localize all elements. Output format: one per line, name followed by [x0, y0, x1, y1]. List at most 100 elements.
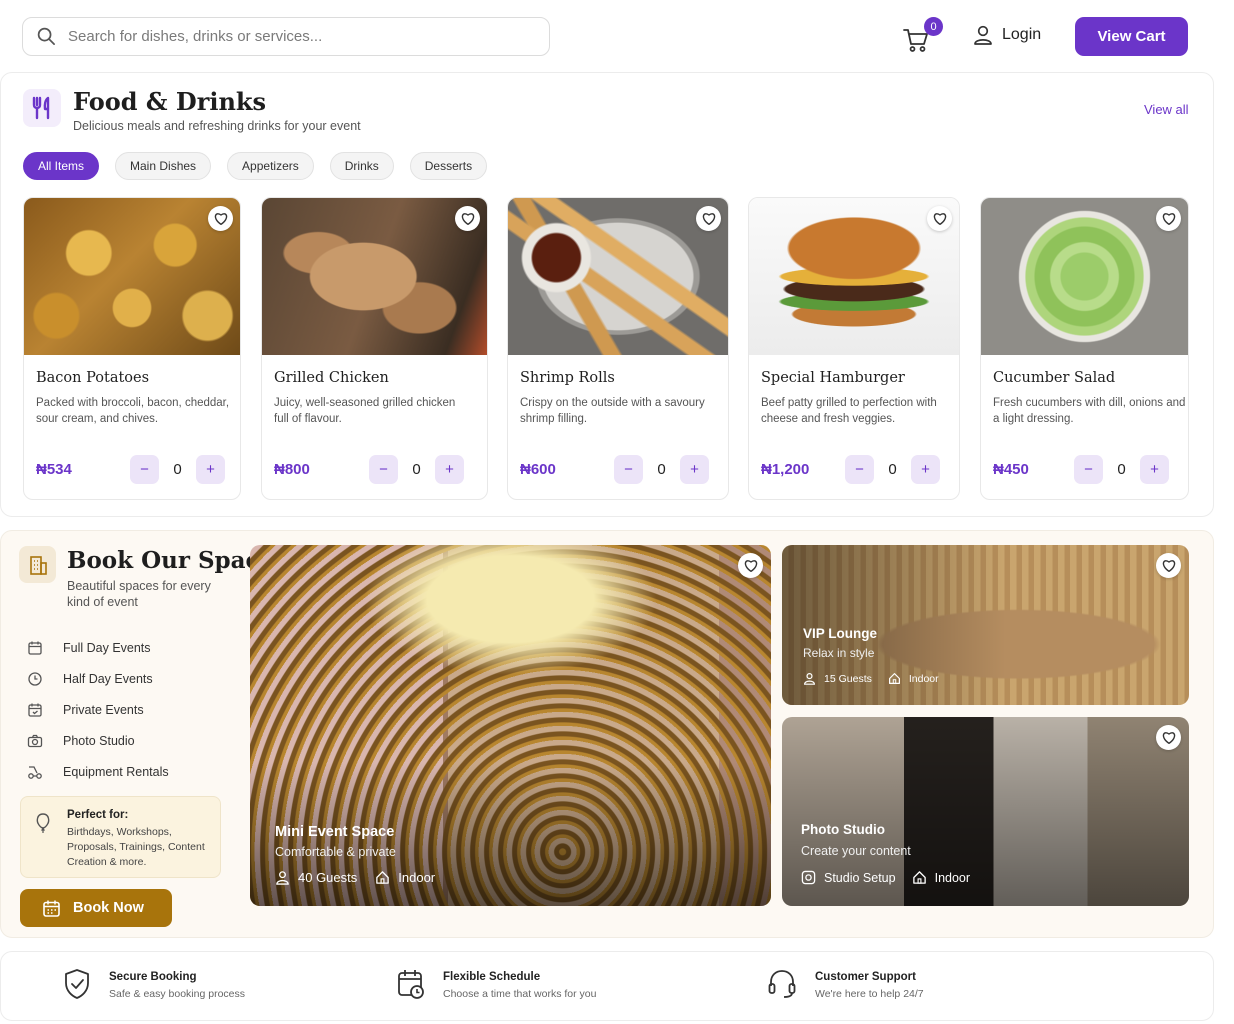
food-price: ₦534 [36, 461, 72, 478]
book-now-label: Book Now [73, 900, 144, 916]
venue-subtitle: Create your content [801, 844, 911, 858]
food-name: Cucumber Salad [993, 370, 1116, 386]
home-icon [888, 673, 900, 684]
category-half-day-events[interactable]: Half Day Events [27, 663, 169, 694]
user-icon [974, 25, 992, 45]
perfect-for-text: Birthdays, Workshops, Proposals, Trainin… [67, 826, 205, 868]
favorite-heart-button[interactable] [208, 206, 233, 231]
book-now-button[interactable]: Book Now [20, 889, 172, 927]
favorite-heart-button[interactable] [1156, 725, 1181, 750]
food-name: Grilled Chicken [274, 370, 389, 386]
view-cart-button[interactable]: View Cart [1075, 17, 1188, 56]
filter-all-items[interactable]: All Items [23, 152, 100, 180]
food-description: Crispy on the outside with a savoury shr… [520, 397, 705, 425]
feature-title: Customer Support [815, 971, 916, 983]
heart-icon [461, 213, 474, 225]
increase-qty-button[interactable]: + [680, 455, 709, 484]
shrimp-rolls-image [508, 198, 728, 355]
decrease-qty-button[interactable]: − [369, 455, 398, 484]
guest-count: 15 Guests [824, 672, 872, 685]
cart-button[interactable]: 0 [902, 17, 943, 52]
book-space-section: Book Our Space Beautiful spaces for ever… [0, 530, 1214, 938]
category-photo-studio[interactable]: Photo Studio [27, 725, 169, 756]
venue-meta: 40 Guests Indoor [275, 870, 435, 885]
user-icon [804, 673, 815, 685]
venue-card-mini-event-space[interactable]: Mini Event Space Comfortable & private 4… [250, 545, 771, 906]
space-category-list: Full Day Events Half Day Events Private … [27, 632, 169, 787]
login-button[interactable]: Login [972, 24, 1041, 46]
food-drinks-section: Food & Drinks Delicious meals and refres… [0, 72, 1214, 517]
quantity-value: 0 [1117, 461, 1126, 478]
feature-secure-booking: Secure Booking Safe & easy booking proce… [63, 968, 245, 1000]
heart-icon [1162, 560, 1175, 572]
increase-qty-button[interactable]: + [435, 455, 464, 484]
venue-type: Indoor [398, 870, 436, 885]
user-icon [276, 871, 289, 885]
food-card: Grilled Chicken Juicy, well-seasoned gri… [261, 197, 488, 500]
decrease-qty-button[interactable]: − [614, 455, 643, 484]
favorite-heart-button[interactable] [1156, 553, 1181, 578]
venue-name: VIP Lounge [803, 626, 878, 641]
food-description: Fresh cucumbers with dill, onions and a … [993, 397, 1186, 425]
filter-main-dishes[interactable]: Main Dishes [115, 152, 212, 180]
calendar-icon [28, 641, 42, 655]
perfect-for-box: Perfect for: Birthdays, Workshops, Propo… [20, 796, 221, 878]
venue-type: Indoor [934, 870, 971, 885]
food-section-subtitle: Delicious meals and refreshing drinks fo… [73, 119, 361, 133]
quantity-stepper: − 0 + [130, 455, 225, 484]
feature-description: We're here to help 24/7 [815, 988, 924, 1000]
category-label: Equipment Rentals [63, 764, 169, 779]
decrease-qty-button[interactable]: − [1074, 455, 1103, 484]
favorite-heart-button[interactable] [738, 553, 763, 578]
food-card: Special Hamburger Beef patty grilled to … [748, 197, 960, 500]
food-price: ₦800 [274, 461, 310, 478]
favorite-heart-button[interactable] [455, 206, 480, 231]
filter-drinks[interactable]: Drinks [329, 152, 394, 180]
increase-qty-button[interactable]: + [1140, 455, 1169, 484]
search-input[interactable] [68, 28, 508, 45]
quantity-value: 0 [888, 461, 897, 478]
decrease-qty-button[interactable]: − [845, 455, 874, 484]
top-bar: 0 Login View Cart [0, 0, 1234, 72]
home-icon [912, 871, 926, 884]
favorite-heart-button[interactable] [1156, 206, 1181, 231]
heart-icon [702, 213, 715, 225]
category-equipment-rentals[interactable]: Equipment Rentals [27, 756, 169, 787]
food-description: Beef patty grilled to perfection with ch… [761, 397, 937, 425]
filter-desserts[interactable]: Desserts [409, 152, 488, 180]
heart-icon [933, 213, 946, 225]
favorite-heart-button[interactable] [927, 206, 952, 231]
food-description: Packed with broccoli, bacon, cheddar, so… [36, 397, 230, 425]
food-card: Cucumber Salad Fresh cucumbers with dill… [980, 197, 1189, 500]
decrease-qty-button[interactable]: − [130, 455, 159, 484]
food-name: Shrimp Rolls [520, 370, 615, 386]
camera-icon [27, 734, 43, 747]
favorite-heart-button[interactable] [696, 206, 721, 231]
heart-icon [1162, 732, 1175, 744]
category-label: Full Day Events [63, 640, 151, 655]
increase-qty-button[interactable]: + [196, 455, 225, 484]
quantity-value: 0 [657, 461, 666, 478]
features-strip: Secure Booking Safe & easy booking proce… [0, 951, 1214, 1021]
filter-appetizers[interactable]: Appetizers [227, 152, 314, 180]
search-bar[interactable] [22, 17, 550, 56]
venue-meta: Studio Setup Indoor [801, 870, 970, 885]
quantity-stepper: − 0 + [845, 455, 940, 484]
category-private-events[interactable]: Private Events [27, 694, 169, 725]
category-full-day-events[interactable]: Full Day Events [27, 632, 169, 663]
headset-icon [768, 970, 796, 998]
studio-setup-label: Studio Setup [824, 870, 896, 885]
food-price: ₦450 [993, 461, 1029, 478]
food-name: Special Hamburger [761, 370, 905, 386]
food-card: Bacon Potatoes Packed with broccoli, bac… [23, 197, 241, 500]
venue-card-vip-lounge[interactable]: VIP Lounge Relax in style 15 Guests Indo… [782, 545, 1189, 705]
building-icon [19, 546, 56, 583]
quantity-stepper: − 0 + [614, 455, 709, 484]
venue-name: Photo Studio [801, 822, 885, 837]
category-label: Half Day Events [63, 671, 153, 686]
equipment-icon [28, 765, 42, 779]
view-all-link[interactable]: View all [1144, 102, 1189, 117]
increase-qty-button[interactable]: + [911, 455, 940, 484]
venue-card-photo-studio[interactable]: Photo Studio Create your content Studio … [782, 717, 1189, 906]
feature-description: Choose a time that works for you [443, 988, 597, 1000]
